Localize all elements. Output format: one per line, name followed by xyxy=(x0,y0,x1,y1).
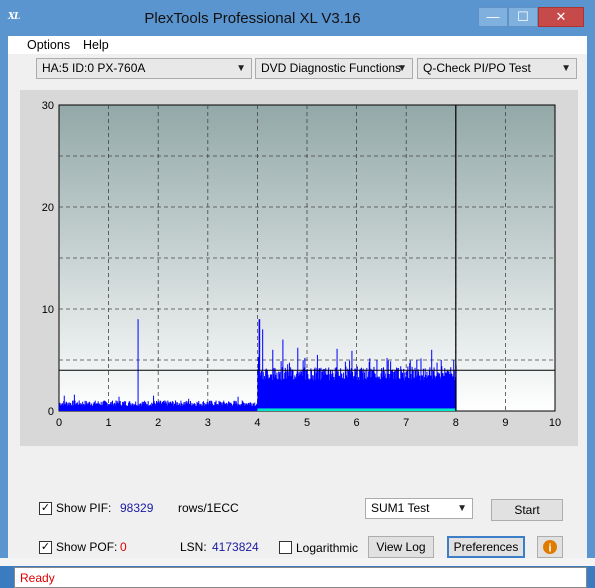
test-select-value: Q-Check PI/PO Test xyxy=(423,61,531,75)
x-tick-label: 6 xyxy=(354,417,360,429)
y-tick-label: 0 xyxy=(48,406,54,418)
svg-text:i: i xyxy=(548,543,551,555)
logarithmic-checkbox[interactable] xyxy=(279,541,292,554)
info-button[interactable]: i xyxy=(537,536,563,558)
title-bar[interactable]: XL PlexTools Professional XL V3.16 — ☐ ✕ xyxy=(0,0,595,36)
window-title: PlexTools Professional XL V3.16 xyxy=(144,10,361,27)
lsn-label: LSN: xyxy=(180,540,207,554)
client-area: Options Help HA:5 ID:0 PX-760A ▼ DVD Dia… xyxy=(8,36,587,588)
menu-help[interactable]: Help xyxy=(83,38,109,52)
function-select-value: DVD Diagnostic Functions xyxy=(261,61,402,75)
y-tick-label: 30 xyxy=(42,100,54,112)
status-bar: Ready xyxy=(14,567,587,588)
pif-value: 98329 xyxy=(120,501,154,515)
view-log-button[interactable]: View Log xyxy=(368,536,434,558)
maximize-button[interactable]: ☐ xyxy=(508,7,538,27)
chevron-down-icon: ▼ xyxy=(397,63,407,74)
y-tick-label: 20 xyxy=(42,202,54,214)
drive-select[interactable]: HA:5 ID:0 PX-760A ▼ xyxy=(36,58,252,79)
pof-value: 0 xyxy=(120,540,127,554)
x-tick-label: 3 xyxy=(205,417,211,429)
x-tick-label: 8 xyxy=(453,417,459,429)
show-pif-checkbox[interactable]: ✓ xyxy=(39,502,52,515)
menu-options[interactable]: Options xyxy=(27,38,70,52)
chevron-down-icon: ▼ xyxy=(236,63,246,74)
app-window: XL PlexTools Professional XL V3.16 — ☐ ✕… xyxy=(0,0,595,588)
drive-select-value: HA:5 ID:0 PX-760A xyxy=(42,61,146,75)
show-pof-label: Show POF: xyxy=(56,540,118,554)
menu-bar: Options Help xyxy=(8,36,587,54)
close-button[interactable]: ✕ xyxy=(538,7,584,27)
x-tick-label: 10 xyxy=(549,417,561,429)
x-tick-label: 0 xyxy=(56,417,62,429)
pi-po-chart: 0 1 2 3 4 5 6 7 8 9 10 0 10 20 30 xyxy=(42,100,561,429)
chevron-down-icon: ▼ xyxy=(457,503,467,514)
y-tick-label: 10 xyxy=(42,304,54,316)
x-tick-label: 4 xyxy=(254,417,260,429)
info-icon: i xyxy=(543,540,557,555)
chevron-down-icon: ▼ xyxy=(561,63,571,74)
sum-test-value: SUM1 Test xyxy=(371,501,430,515)
bottom-strip xyxy=(0,558,595,566)
show-pof-checkbox[interactable]: ✓ xyxy=(39,541,52,554)
lsn-value: 4173824 xyxy=(212,540,259,554)
x-tick-label: 9 xyxy=(502,417,508,429)
minimize-button[interactable]: — xyxy=(478,7,508,27)
status-text: Ready xyxy=(20,571,55,585)
chart-bar xyxy=(137,319,139,411)
x-tick-label: 5 xyxy=(304,417,310,429)
options-panel: ✓ Show PIF: 98329 rows/1ECC SUM1 Test ▼ … xyxy=(16,494,587,558)
chart-panel: 0 1 2 3 4 5 6 7 8 9 10 0 10 20 30 xyxy=(20,90,578,446)
x-tick-label: 7 xyxy=(403,417,409,429)
start-button[interactable]: Start xyxy=(491,499,563,521)
toolbar: HA:5 ID:0 PX-760A ▼ DVD Diagnostic Funct… xyxy=(8,54,587,84)
function-select[interactable]: DVD Diagnostic Functions ▼ xyxy=(255,58,413,79)
preferences-button[interactable]: Preferences xyxy=(447,536,525,558)
test-select[interactable]: Q-Check PI/PO Test ▼ xyxy=(417,58,577,79)
show-pif-label: Show PIF: xyxy=(56,501,112,515)
sum-test-select[interactable]: SUM1 Test ▼ xyxy=(365,498,473,519)
pif-unit: rows/1ECC xyxy=(178,501,239,515)
logarithmic-label: Logarithmic xyxy=(296,541,359,555)
x-tick-label: 1 xyxy=(106,417,112,429)
x-tick-label: 2 xyxy=(155,417,161,429)
